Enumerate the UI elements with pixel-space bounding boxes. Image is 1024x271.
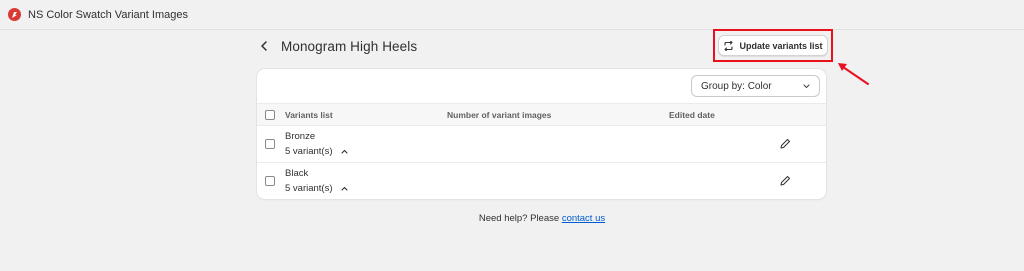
table-header: Variants list Number of variant images E… (257, 103, 826, 126)
refresh-icon (724, 40, 734, 51)
row-checkbox[interactable] (265, 139, 275, 149)
pencil-icon[interactable] (779, 175, 791, 190)
pencil-icon[interactable] (779, 138, 791, 153)
row-checkbox[interactable] (265, 176, 275, 186)
chevron-up-icon (340, 149, 348, 154)
variant-group-name: Black (285, 168, 309, 179)
help-footer: Need help? Please contact us (0, 213, 1024, 224)
update-variants-list-label: Update variants list (739, 40, 823, 51)
column-header-variants-list: Variants list (285, 110, 333, 120)
variant-count-toggle[interactable]: 5 variant(s) (285, 146, 348, 157)
update-variants-list-button[interactable]: Update variants list (718, 35, 828, 56)
contact-us-link[interactable]: contact us (562, 213, 605, 224)
table-row: Bronze 5 variant(s) (257, 126, 826, 163)
variant-count: 5 variant(s) (285, 146, 333, 157)
chevron-up-icon (340, 186, 348, 191)
app-logo-icon (8, 8, 21, 21)
variant-count: 5 variant(s) (285, 183, 333, 194)
annotation-arrow-icon (838, 63, 869, 85)
group-by-select[interactable]: Group by: Color (691, 75, 820, 97)
group-by-value: Group by: Color (701, 80, 772, 92)
table-row: Black 5 variant(s) (257, 163, 826, 199)
column-header-edited-date: Edited date (669, 110, 715, 120)
card-toolbar: Group by: Color (257, 69, 826, 103)
chevron-left-icon[interactable] (257, 39, 271, 53)
select-all-checkbox[interactable] (265, 110, 275, 120)
column-header-number-of-images: Number of variant images (447, 110, 552, 120)
variant-count-toggle[interactable]: 5 variant(s) (285, 183, 348, 194)
variant-group-name: Bronze (285, 131, 316, 142)
chevron-down-icon (803, 84, 810, 89)
app-title-bar: NS Color Swatch Variant Images (0, 0, 1024, 30)
page-title: Monogram High Heels (281, 38, 418, 54)
help-text: Need help? Please (478, 213, 560, 224)
variants-card: Group by: Color Variants list Number of … (257, 69, 826, 199)
app-title: NS Color Swatch Variant Images (28, 8, 188, 21)
